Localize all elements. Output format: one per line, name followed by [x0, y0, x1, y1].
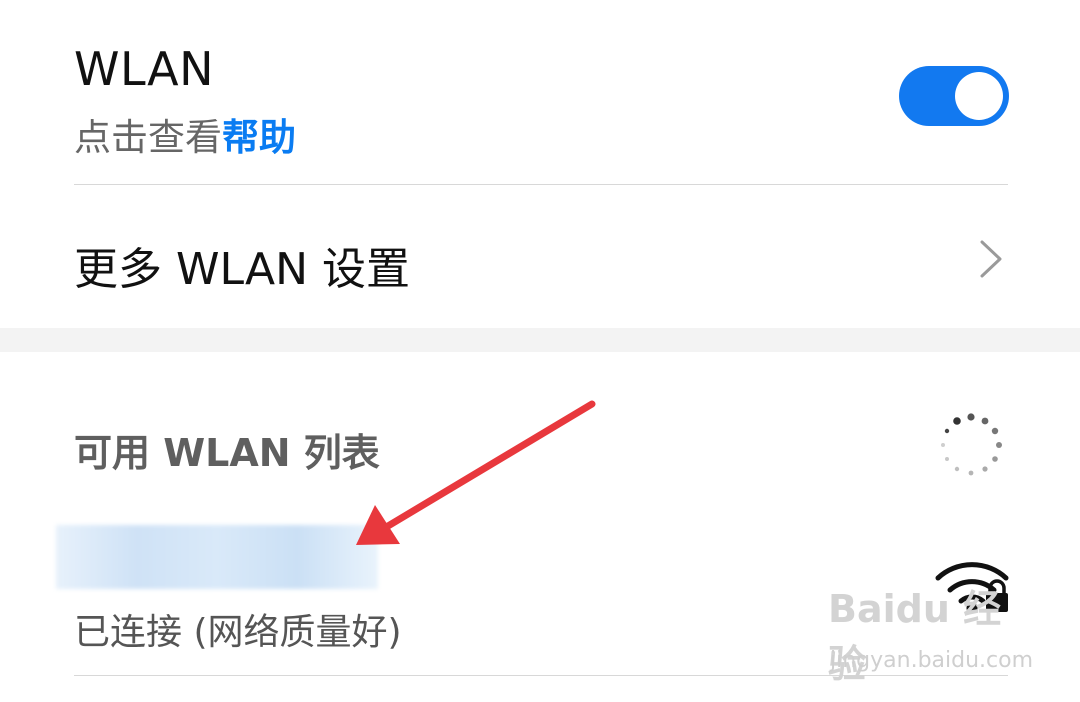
wlan-subtitle-prefix: 点击查看 [74, 116, 222, 159]
more-wlan-settings-label: 更多 WLAN 设置 [74, 244, 411, 295]
network-ssid-blurred [56, 525, 378, 589]
section-separator [0, 328, 1080, 352]
watermark-url: jingyan.baidu.com [830, 648, 1034, 673]
wlan-title: WLAN [74, 42, 215, 96]
available-wlan-header: 可用 WLAN 列表 [74, 431, 380, 475]
help-link[interactable]: 帮助 [222, 116, 296, 159]
wlan-toggle[interactable] [899, 66, 1009, 126]
more-wlan-settings-row[interactable]: 更多 WLAN 设置 [0, 185, 1080, 328]
toggle-knob [955, 72, 1003, 120]
wlan-subtitle: 点击查看帮助 [74, 107, 296, 161]
loading-spinner-icon [941, 413, 1002, 476]
chevron-right-icon [980, 240, 1002, 278]
baidu-jingyan-watermark: Baidu 经验 jingyan.baidu.com [828, 578, 1033, 688]
network-status: 已连接 (网络质量好) [74, 612, 402, 653]
wlan-settings-page: WLAN 点击查看帮助 更多 WLAN 设置 可用 WLAN 列表 已连接 (网… [0, 0, 1080, 702]
